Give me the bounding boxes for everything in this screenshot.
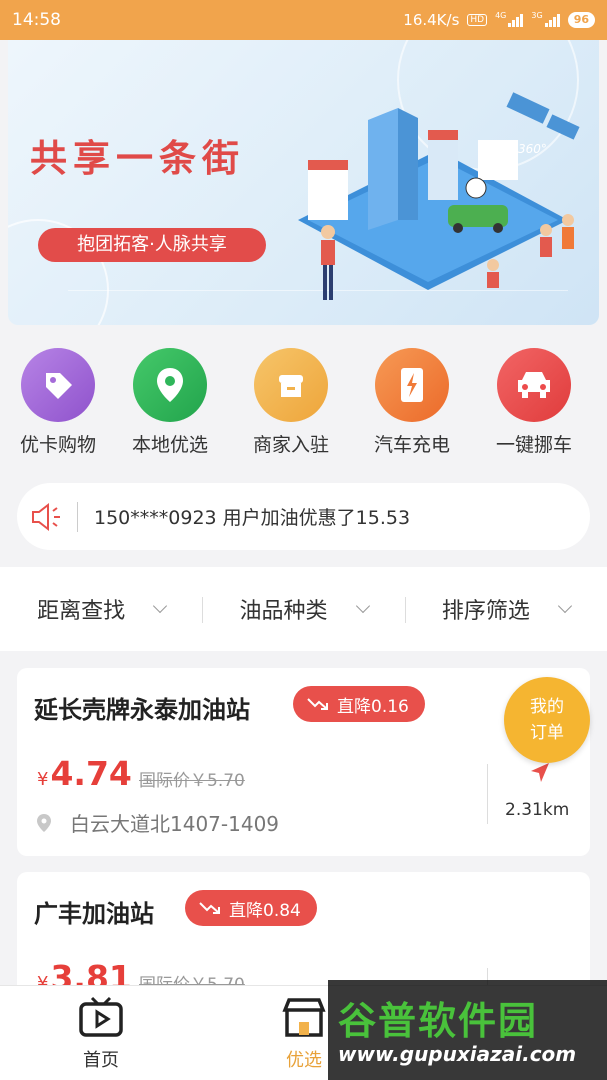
trend-down-icon bbox=[307, 698, 328, 710]
shortcut-move-car[interactable]: 一键挪车 bbox=[479, 348, 589, 457]
filter-label: 油品种类 bbox=[239, 599, 328, 624]
tab-label: 首页 bbox=[83, 1050, 119, 1071]
divider bbox=[487, 764, 488, 824]
station-card[interactable]: 延长壳牌永泰加油站 直降0.16 ¥4.74 国际价￥5.70 白云大道北140… bbox=[17, 668, 590, 856]
filter-distance[interactable]: 距离查找 bbox=[0, 593, 202, 625]
price-drop-text: 直降0.16 bbox=[337, 696, 409, 717]
filter-sort[interactable]: 排序筛选 bbox=[404, 593, 607, 625]
filter-label: 距离查找 bbox=[37, 599, 126, 624]
watermark-title: 谷普软件园 bbox=[338, 999, 539, 1043]
address-text: 白云大道北1407-1409 bbox=[70, 812, 280, 836]
promo-banner[interactable]: 共享一条街 抱团拓客·人脉共享 360° bbox=[8, 40, 599, 325]
order-label-line1: 我的 bbox=[530, 697, 564, 717]
status-time: 14:58 bbox=[12, 10, 61, 30]
battery-icon: 96 bbox=[567, 12, 595, 28]
station-address: 白云大道北1407-1409 bbox=[36, 808, 279, 837]
station-price: ¥4.74 bbox=[37, 754, 132, 793]
signal-4g-label: 4G bbox=[495, 11, 507, 20]
shortcut-label: 汽车充电 bbox=[373, 434, 450, 456]
location-pin-icon bbox=[37, 813, 51, 832]
location-pin-icon bbox=[133, 348, 207, 422]
shortcut-grid: 优卡购物 本地优选 商家入驻 汽车充电 一键挪车 bbox=[0, 348, 607, 458]
trend-down-icon bbox=[199, 902, 220, 914]
tab-home[interactable]: 首页 bbox=[56, 996, 146, 1072]
banner-subtitle: 抱团拓客·人脉共享 bbox=[38, 228, 266, 262]
network-speed: 16.4K/s bbox=[403, 11, 460, 29]
station-distance: 2.31km bbox=[505, 800, 570, 820]
shortcut-ev-charging[interactable]: 汽车充电 bbox=[357, 348, 467, 457]
chevron-down-icon bbox=[355, 598, 370, 614]
announcement-bar[interactable]: 150****0923 用户加油优惠了15.53 bbox=[17, 483, 590, 550]
announcement-text: 150****0923 用户加油优惠了15.53 bbox=[94, 507, 411, 529]
price-drop-badge: 直降0.16 bbox=[293, 686, 425, 722]
site-watermark: 谷普软件园 www.gupuxiazai.com bbox=[328, 980, 607, 1080]
filter-fuel-type[interactable]: 油品种类 bbox=[202, 593, 404, 625]
divider bbox=[77, 501, 78, 532]
filter-label: 排序筛选 bbox=[441, 599, 530, 624]
price-value: 4.74 bbox=[50, 754, 132, 793]
signal-3g-label: 3G bbox=[531, 11, 543, 20]
shortcut-card-shopping[interactable]: 优卡购物 bbox=[3, 348, 113, 457]
watermark-url: www.gupuxiazai.com bbox=[338, 1042, 577, 1066]
shortcut-merchant-join[interactable]: 商家入驻 bbox=[236, 348, 346, 457]
shortcut-label: 本地优选 bbox=[131, 434, 208, 456]
currency-symbol: ¥ bbox=[37, 769, 49, 790]
international-price: 国际价￥5.70 bbox=[139, 771, 245, 791]
price-drop-text: 直降0.84 bbox=[229, 900, 301, 921]
shortcut-local-picks[interactable]: 本地优选 bbox=[115, 348, 225, 457]
shop-icon bbox=[254, 348, 328, 422]
shop-icon bbox=[282, 998, 326, 1037]
speaker-icon bbox=[17, 502, 77, 532]
navigate-arrow-icon[interactable] bbox=[527, 760, 553, 786]
shortcut-label: 优卡购物 bbox=[19, 434, 96, 456]
my-orders-button[interactable]: 我的 订单 bbox=[504, 677, 590, 763]
city-illustration bbox=[298, 92, 580, 300]
tag-icon bbox=[21, 348, 95, 422]
status-bar: 14:58 16.4K/s HD 4G 3G 96 bbox=[0, 0, 607, 40]
hd-icon: HD bbox=[467, 14, 488, 26]
video-play-icon bbox=[79, 996, 123, 1037]
status-indicators: 16.4K/s HD 4G 3G 96 bbox=[403, 11, 595, 29]
station-name: 延长壳牌永泰加油站 bbox=[34, 696, 250, 724]
banner-360-badge: 360° bbox=[518, 142, 547, 156]
signal-icon-2 bbox=[544, 13, 560, 27]
chevron-down-icon bbox=[557, 598, 572, 614]
station-name: 广丰加油站 bbox=[34, 900, 154, 928]
car-icon bbox=[497, 348, 571, 422]
price-drop-badge: 直降0.84 bbox=[185, 890, 317, 926]
order-label-line2: 订单 bbox=[530, 723, 564, 743]
signal-icon bbox=[508, 13, 524, 27]
chevron-down-icon bbox=[153, 598, 168, 614]
charging-icon bbox=[375, 348, 449, 422]
filter-bar: 距离查找 油品种类 排序筛选 bbox=[0, 567, 607, 651]
shortcut-label: 商家入驻 bbox=[252, 434, 329, 456]
shortcut-label: 一键挪车 bbox=[495, 434, 572, 456]
banner-title: 共享一条街 bbox=[30, 136, 245, 180]
